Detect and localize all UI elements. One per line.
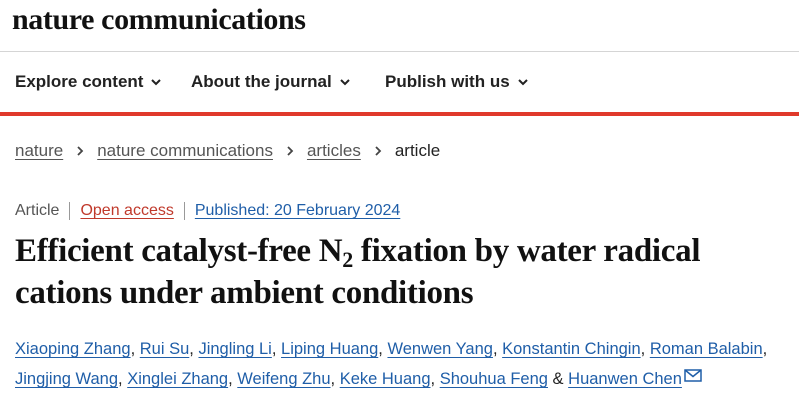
nav-about-journal[interactable]: About the journal [191, 72, 351, 92]
nav-explore-content[interactable]: Explore content [15, 72, 162, 92]
author-separator: , [492, 340, 503, 358]
nav-publish-with-us[interactable]: Publish with us [385, 72, 529, 92]
author-link[interactable]: Roman Balabin [650, 340, 763, 358]
author-link[interactable]: Wenwen Yang [387, 340, 493, 358]
title-part-1: Efficient catalyst-free N [15, 233, 343, 269]
chevron-right-icon [375, 146, 382, 156]
author-separator: , [118, 370, 128, 388]
mail-icon[interactable] [684, 369, 702, 382]
nav-item-label: Explore content [15, 72, 144, 91]
nav-item-label: Publish with us [385, 72, 510, 91]
meta-divider [69, 202, 71, 220]
site-logo[interactable]: nature communications [12, 0, 306, 40]
nav-item-label: About the journal [191, 72, 332, 91]
published-date-link[interactable]: Published: 20 February 2024 [195, 202, 400, 220]
author-link[interactable]: Jingling Li [198, 340, 271, 358]
chevron-down-icon [517, 79, 528, 86]
breadcrumb-link-articles[interactable]: articles [307, 141, 361, 161]
author-separator: , [130, 340, 140, 358]
open-access-link[interactable]: Open access [80, 202, 173, 220]
chevron-down-icon [340, 79, 350, 86]
author-joiner: & [547, 370, 569, 388]
site-header: nature communications [0, 0, 799, 52]
article-meta: Article Open access Published: 20 Februa… [15, 202, 400, 220]
author-link[interactable]: Keke Huang [340, 370, 431, 388]
author-separator: , [228, 370, 238, 388]
article-type: Article [15, 202, 60, 219]
author-link[interactable]: Shouhua Feng [440, 370, 548, 388]
author-link[interactable]: Xiaoping Zhang [15, 340, 131, 358]
chevron-down-icon [151, 79, 162, 86]
author-link[interactable]: Xinglei Zhang [127, 370, 228, 388]
chevron-right-icon [77, 146, 84, 156]
author-link[interactable]: Rui Su [140, 340, 190, 358]
title-subscript: 2 [342, 247, 353, 272]
author-link[interactable]: Jingjing Wang [15, 370, 118, 388]
breadcrumb-current: article [394, 141, 441, 160]
meta-divider [183, 202, 185, 220]
chevron-right-icon [287, 146, 294, 156]
breadcrumb: nature nature communications articles ar… [15, 141, 440, 161]
author-separator: , [640, 340, 650, 358]
author-separator: , [430, 370, 440, 388]
author-separator: , [762, 340, 768, 358]
breadcrumb-link-nature-communications[interactable]: nature communications [97, 141, 273, 161]
author-separator: , [271, 340, 282, 358]
author-link[interactable]: Huanwen Chen [568, 370, 682, 388]
author-link[interactable]: Liping Huang [281, 340, 378, 358]
author-link[interactable]: Weifeng Zhu [237, 370, 330, 388]
author-link[interactable]: Konstantin Chingin [502, 340, 641, 358]
main-nav: Explore content About the journal Publis… [0, 52, 799, 116]
breadcrumb-link-nature[interactable]: nature [15, 141, 63, 161]
author-list: Xiaoping Zhang, Rui Su, Jingling Li, Lip… [15, 334, 795, 394]
article-title: Efficient catalyst-free N2 fixation by w… [15, 230, 785, 314]
author-separator: , [330, 370, 340, 388]
